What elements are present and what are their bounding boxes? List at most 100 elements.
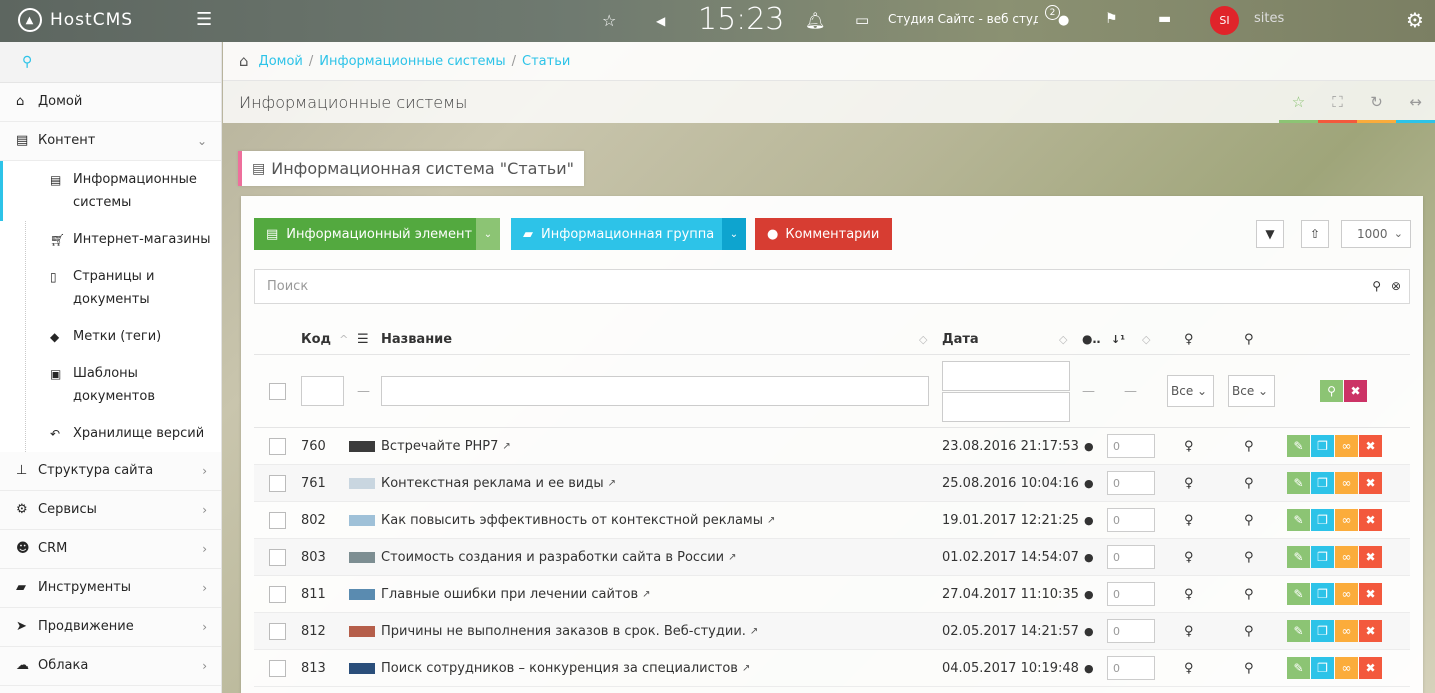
avatar[interactable]: SI: [1210, 6, 1239, 35]
chat-icon[interactable]: ▬: [1158, 11, 1171, 27]
filter-button[interactable]: ▼: [1256, 220, 1284, 248]
monitor-icon[interactable]: ▭: [855, 11, 869, 29]
copy-icon[interactable]: ❐: [1311, 435, 1334, 457]
copy-icon[interactable]: ❐: [1311, 509, 1334, 531]
copy-icon[interactable]: ❐: [1311, 546, 1334, 568]
bell-icon[interactable]: 🔔︎: [805, 11, 825, 30]
external-link-icon[interactable]: ↗: [742, 663, 750, 674]
external-link-icon[interactable]: ↗: [642, 589, 650, 600]
filter-code-input[interactable]: [301, 355, 344, 427]
copy-icon[interactable]: ❐: [1311, 472, 1334, 494]
copy-icon[interactable]: ❐: [1311, 583, 1334, 605]
filter-date-from-input[interactable]: [942, 360, 1070, 391]
delete-trash-icon[interactable]: ✖: [1359, 472, 1382, 494]
indexing-lightbulb-icon[interactable]: ♀: [1184, 465, 1194, 501]
row-sorting-input[interactable]: 0: [1107, 576, 1155, 612]
edit-pencil-icon[interactable]: ✎: [1287, 472, 1310, 494]
search-icon[interactable]: ⚲: [1244, 428, 1254, 464]
refresh-icon[interactable]: ↻: [1357, 81, 1396, 123]
sort-icon[interactable]: ◇: [1142, 324, 1150, 354]
row-checkbox[interactable]: [269, 428, 286, 464]
row-checkbox[interactable]: [269, 650, 286, 686]
search-icon[interactable]: ⚲: [1244, 576, 1254, 612]
link-icon[interactable]: ∞: [1335, 472, 1358, 494]
column-header-indexing-icon[interactable]: ♀: [1184, 324, 1194, 354]
export-button[interactable]: ⇧: [1301, 220, 1329, 248]
row-checkbox[interactable]: [269, 576, 286, 612]
link-icon[interactable]: ∞: [1335, 509, 1358, 531]
favorite-star-icon[interactable]: ☆: [1279, 81, 1318, 123]
delete-trash-icon[interactable]: ✖: [1359, 583, 1382, 605]
sound-icon[interactable]: ◀: [656, 14, 665, 28]
sidebar-item-structure[interactable]: ⊥ Структура сайта ›: [0, 452, 221, 491]
row-sorting-input[interactable]: 0: [1107, 428, 1155, 464]
link-icon[interactable]: ∞: [1335, 657, 1358, 679]
edit-pencil-icon[interactable]: ✎: [1287, 583, 1310, 605]
fullscreen-icon[interactable]: ⛶: [1318, 81, 1357, 123]
row-name-link[interactable]: Как повысить эффективность от контекстно…: [381, 502, 775, 538]
column-header-sorting-icon[interactable]: ↓¹: [1111, 324, 1125, 354]
edit-pencil-icon[interactable]: ✎: [1287, 435, 1310, 457]
row-name-link[interactable]: Главные ошибки при лечении сайтов ↗: [381, 576, 651, 612]
row-name-link[interactable]: Стоимость создания и разработки сайта в …: [381, 539, 737, 575]
sort-icon[interactable]: ◇: [1059, 324, 1067, 354]
site-selector[interactable]: Студия Сайтс - веб студия: [888, 12, 1038, 26]
flag-icon[interactable]: ⚑: [1105, 11, 1118, 27]
external-link-icon[interactable]: ↗: [767, 515, 775, 526]
search-icon[interactable]: ⚲: [1244, 650, 1254, 686]
gear-icon[interactable]: ⚙: [1406, 8, 1424, 32]
external-link-icon[interactable]: ↗: [750, 626, 758, 637]
indexing-lightbulb-icon[interactable]: ♀: [1184, 576, 1194, 612]
chevron-down-icon[interactable]: ⌄: [722, 218, 746, 250]
sort-icon[interactable]: ◇: [919, 324, 927, 354]
sidebar-item-services[interactable]: ⚙ Сервисы ›: [0, 491, 221, 530]
sidebar-subitem-infosystems[interactable]: ▤ Информационные системы: [0, 161, 221, 221]
sidebar-item-content[interactable]: ▤ Контент ⌄: [0, 122, 221, 161]
table-row[interactable]: 802 Как повысить эффективность от контекс…: [254, 502, 1410, 539]
sidebar-item-tools[interactable]: ▰ Инструменты ›: [0, 569, 221, 608]
row-checkbox[interactable]: [269, 502, 286, 538]
filter-search-select[interactable]: Все ⌄: [1228, 355, 1275, 427]
link-icon[interactable]: ∞: [1335, 435, 1358, 457]
external-link-icon[interactable]: ↗: [608, 478, 616, 489]
copy-icon[interactable]: ❐: [1311, 657, 1334, 679]
logo[interactable]: ▲ HostCMS: [18, 8, 133, 32]
column-header-name[interactable]: Название: [381, 324, 452, 354]
indexing-lightbulb-icon[interactable]: ♀: [1184, 613, 1194, 649]
search-icon[interactable]: ⚲: [1372, 279, 1381, 293]
sidebar-subitem-pages[interactable]: ▯ Страницы и документы: [0, 258, 221, 318]
sidebar-item-clouds[interactable]: ☁ Облака ›: [0, 647, 221, 686]
table-row[interactable]: 813 Поиск сотрудников – конкуренция за сп…: [254, 650, 1410, 687]
link-icon[interactable]: ∞: [1335, 546, 1358, 568]
sidebar-item-crm[interactable]: ☻ CRM ›: [0, 530, 221, 569]
comments-button[interactable]: ● Комментарии: [755, 218, 892, 250]
column-header-code[interactable]: Код ^: [301, 324, 348, 354]
row-sorting-input[interactable]: 0: [1107, 613, 1155, 649]
search-input[interactable]: Поиск ⚲ ⊗: [254, 269, 1410, 304]
external-link-icon[interactable]: ↗: [728, 552, 736, 563]
row-checkbox[interactable]: [269, 613, 286, 649]
reset-filter-button[interactable]: ✖: [1344, 380, 1367, 402]
per-page-select[interactable]: 1000 ⌄: [1341, 220, 1411, 248]
sidebar-search[interactable]: ⚲: [0, 42, 221, 83]
search-icon[interactable]: ⚲: [1244, 465, 1254, 501]
row-name-link[interactable]: Встречайте PHP7 ↗: [381, 428, 511, 464]
delete-trash-icon[interactable]: ✖: [1359, 546, 1382, 568]
table-row[interactable]: 811 Главные ошибки при лечении сайтов ↗ 27.…: [254, 576, 1410, 613]
table-row[interactable]: 812 Причины не выполнения заказов в срок.…: [254, 613, 1410, 650]
column-menu-icon[interactable]: ☰: [357, 324, 369, 354]
column-header-comments-icon[interactable]: ●‥: [1082, 324, 1100, 354]
edit-pencil-icon[interactable]: ✎: [1287, 620, 1310, 642]
row-checkbox[interactable]: [269, 465, 286, 501]
select-all-checkbox[interactable]: [269, 355, 286, 427]
apply-filter-button[interactable]: ⚲: [1320, 380, 1343, 402]
sidebar-item-promotion[interactable]: ➤ Продвижение ›: [0, 608, 221, 647]
search-icon[interactable]: ⚲: [1244, 539, 1254, 575]
edit-pencil-icon[interactable]: ✎: [1287, 657, 1310, 679]
sidebar-subitem-versions[interactable]: ↶ Хранилище версий: [0, 415, 221, 452]
row-sorting-input[interactable]: 0: [1107, 650, 1155, 686]
link-icon[interactable]: ∞: [1335, 620, 1358, 642]
row-sorting-input[interactable]: 0: [1107, 539, 1155, 575]
filter-indexing-select[interactable]: Все ⌄: [1167, 355, 1214, 427]
breadcrumb-link-home[interactable]: Домой: [259, 54, 303, 69]
